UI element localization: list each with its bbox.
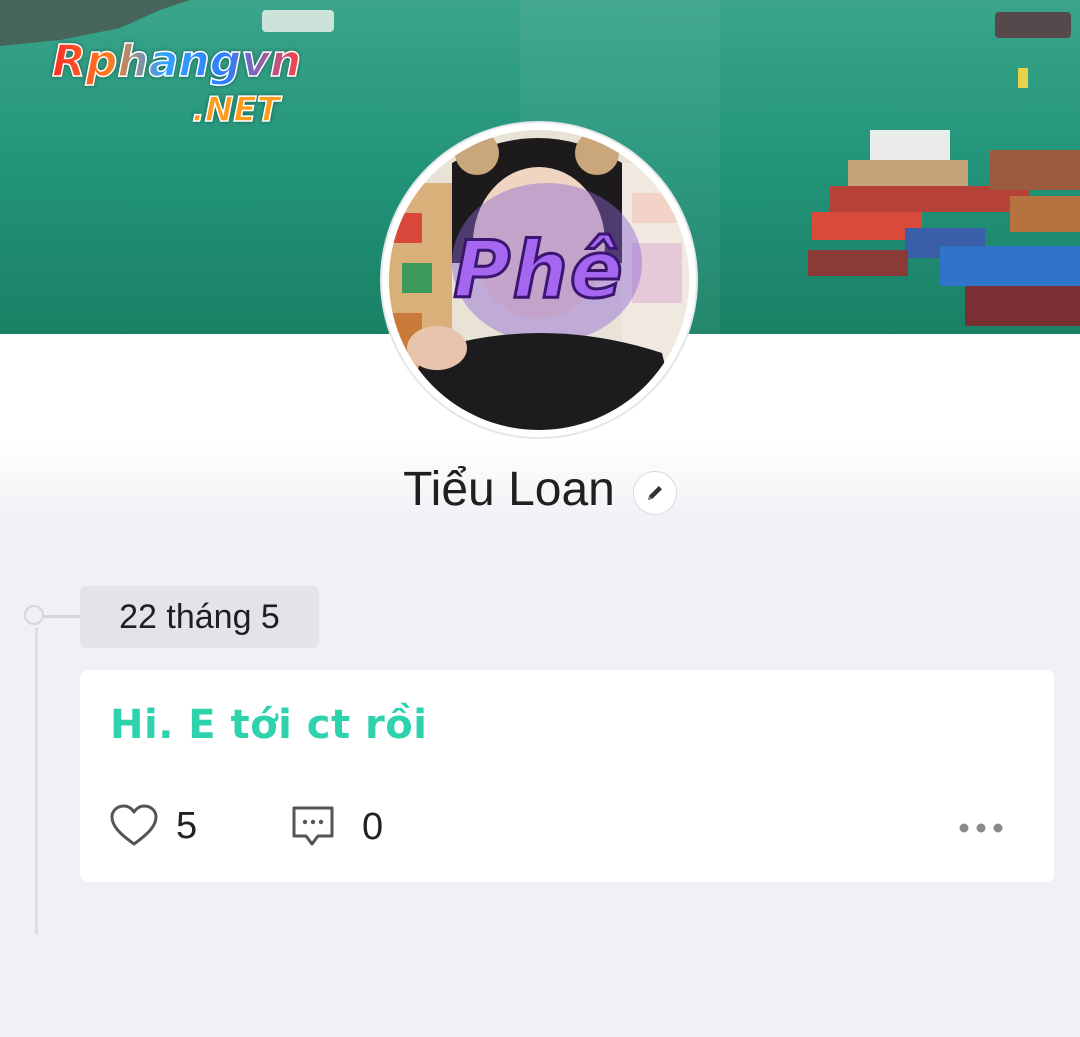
like-button[interactable]: 5 [110,804,197,848]
profile-name-row: Tiểu Loan [0,458,1080,522]
watermark-logo: Rphangvn .NET [51,35,392,146]
watermark-brand: Rphangvn [51,35,302,88]
date-label: 22 tháng 5 [80,586,319,648]
comment-button[interactable]: 0 [290,804,383,850]
edit-profile-button[interactable] [632,471,677,515]
pencil-icon [647,486,662,500]
comment-count: 0 [362,805,384,848]
post-text: Hi. E tới ct rồi [110,702,428,748]
like-count: 5 [176,804,198,847]
avatar-overlay-text: Phê [452,225,625,318]
comment-icon [292,806,334,846]
more-dots-icon[interactable] [958,822,1004,834]
timeline-node [24,605,44,625]
profile-name: Tiểu Loan [403,463,615,516]
watermark-domain: .NET [191,89,280,131]
heart-icon [110,804,158,846]
timeline-connector [44,615,80,618]
profile-avatar[interactable]: Phê [382,123,696,437]
timeline-line [35,628,38,934]
post-card[interactable]: Hi. E tới ct rồi 5 0 [80,670,1054,882]
